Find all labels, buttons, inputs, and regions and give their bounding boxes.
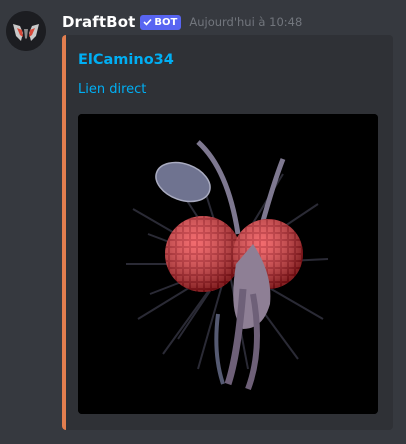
timestamp: Aujourd'hui à 10:48 bbox=[189, 15, 303, 29]
embed-accent-bar bbox=[62, 35, 66, 430]
embed-image[interactable] bbox=[78, 114, 378, 414]
bot-avatar[interactable] bbox=[6, 11, 46, 51]
embed-title[interactable]: ElCamino34 bbox=[78, 52, 174, 68]
bot-tag-label: BOT bbox=[154, 16, 178, 28]
username[interactable]: DraftBot bbox=[62, 13, 135, 31]
direct-link[interactable]: Lien direct bbox=[78, 82, 146, 97]
message-header: DraftBot BOT Aujourd'hui à 10:48 bbox=[62, 12, 302, 32]
embed: ElCamino34 Lien direct bbox=[62, 35, 393, 430]
chat-message: DraftBot BOT Aujourd'hui à 10:48 ElCamin… bbox=[0, 0, 406, 444]
bot-tag: BOT bbox=[140, 14, 182, 30]
fly-artwork-image bbox=[78, 114, 378, 414]
draftbot-logo-icon bbox=[6, 11, 46, 51]
checkmark-icon bbox=[143, 18, 152, 26]
